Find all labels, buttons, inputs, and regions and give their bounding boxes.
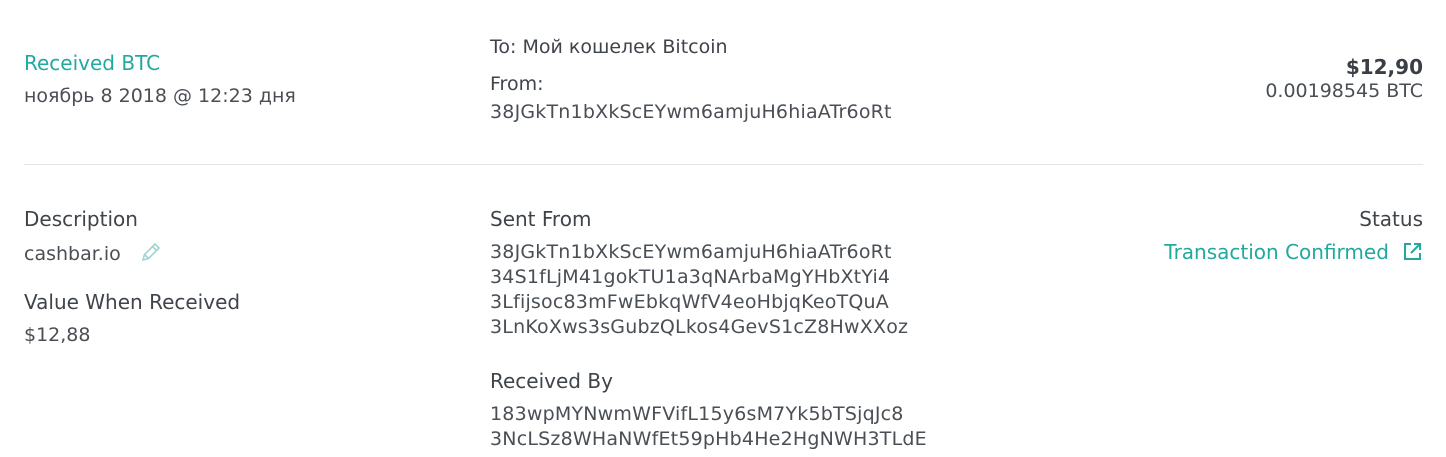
status-link[interactable]: Transaction Confirmed xyxy=(1164,240,1389,264)
status-heading: Status xyxy=(1359,207,1423,231)
sent-from-address: 3Lfijsoc83mFwEbkqWfV4eoHbjqKeoTQuA xyxy=(490,291,889,313)
amount-block: $12,90 0.00198545 BTC xyxy=(1265,55,1423,102)
to-line: To: Мой кошелек Bitcoin xyxy=(490,36,728,58)
description-row: cashbar.io xyxy=(24,240,163,269)
sent-from-address: 34S1fLjM41gokTU1a3qNArbaMgYHbXtYi4 xyxy=(490,266,891,288)
from-label: From: xyxy=(490,73,544,95)
to-wallet-currency: Bitcoin xyxy=(662,36,728,58)
to-wallet-name: Мой кошелек xyxy=(522,36,657,58)
received-by-heading: Received By xyxy=(490,369,613,393)
sent-from-address: 3LnKoXws3sGubzQLkos4GevS1cZ8HwXXoz xyxy=(490,316,909,338)
from-address: 38JGkTn1bXkScEYwm6amjuH6hiaATr6oRt xyxy=(490,101,892,123)
received-by-list: 183wpMYNwmWFVifL15y6sM7Yk5bTSjqJc8 3NcLS… xyxy=(490,402,927,452)
received-by-address: 183wpMYNwmWFVifL15y6sM7Yk5bTSjqJc8 xyxy=(490,403,904,425)
external-link-icon[interactable] xyxy=(1402,241,1423,266)
pencil-icon[interactable] xyxy=(139,240,163,269)
description-heading: Description xyxy=(24,207,138,231)
received-by-address: 3NcLSz8WHaNWfEt59pHb4He2HgNWH3TLdE xyxy=(490,428,927,450)
status-row[interactable]: Transaction Confirmed xyxy=(1164,240,1423,266)
transaction-date: ноябрь 8 2018 @ 12:23 дня xyxy=(24,85,296,107)
to-label: To: xyxy=(490,36,517,58)
sent-from-heading: Sent From xyxy=(490,207,592,231)
transaction-type: Received BTC xyxy=(24,51,161,75)
description-value: cashbar.io xyxy=(24,243,121,265)
sent-from-address: 38JGkTn1bXkScEYwm6amjuH6hiaATr6oRt xyxy=(490,241,892,263)
crypto-amount: 0.00198545 BTC xyxy=(1265,80,1423,102)
value-amount: $12,88 xyxy=(24,324,91,346)
fiat-amount: $12,90 xyxy=(1345,55,1423,79)
value-heading: Value When Received xyxy=(24,290,241,314)
sent-from-list: 38JGkTn1bXkScEYwm6amjuH6hiaATr6oRt 34S1f… xyxy=(490,240,908,340)
divider xyxy=(24,164,1423,165)
